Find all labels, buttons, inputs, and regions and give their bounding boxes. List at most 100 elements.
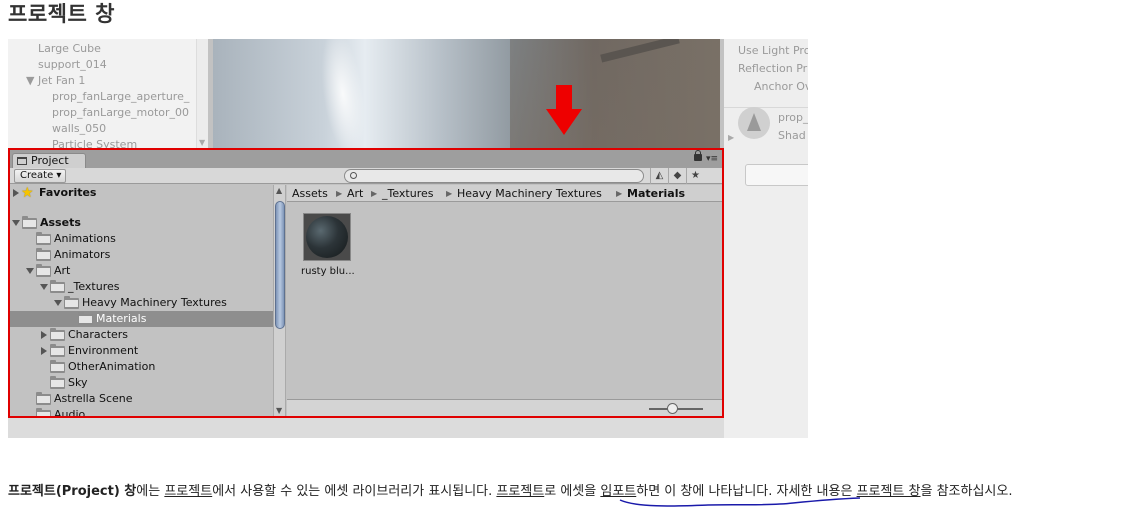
folder-icon (50, 328, 65, 341)
expand-arrow-icon (41, 331, 47, 339)
scroll-up-icon[interactable]: ▲ (276, 186, 282, 195)
tree-item-favorites[interactable]: ★ Favorites (10, 185, 273, 201)
filter-by-label-icon[interactable]: ◆ (668, 168, 686, 184)
caption-bold: 프로젝트(Project) 창 (8, 484, 137, 499)
tree-item-characters[interactable]: Characters (10, 327, 273, 343)
tree-item-environment[interactable]: Environment (10, 343, 273, 359)
tree-item-audio[interactable]: Audio (10, 407, 273, 416)
tree-item-label: Art (54, 264, 71, 277)
folder-icon (50, 280, 65, 293)
breadcrumb: Assets ▶ Art ▶ _Textures ▶ Heavy Machine… (287, 185, 722, 202)
tree-item-label: _Textures (68, 280, 120, 293)
folder-icon (50, 344, 65, 357)
asset-grid: rusty blu... (287, 203, 722, 399)
tree-item-label: Sky (68, 376, 88, 389)
inspector-divider (724, 107, 808, 108)
expand-icon: ▶ (728, 133, 735, 142)
hierarchy-item: walls_050 (52, 122, 107, 135)
inspector-line: prop_ (778, 111, 808, 124)
breadcrumb-item[interactable]: Heavy Machinery Textures (457, 185, 602, 202)
breadcrumb-item[interactable]: _Textures (382, 185, 434, 202)
tree-item-assets[interactable]: Assets (10, 215, 273, 231)
breadcrumb-separator-icon: ▶ (446, 189, 453, 198)
search-icon (350, 172, 357, 179)
caption-text: 로 에셋을 (544, 484, 601, 499)
tree-item-animations[interactable]: Animations (10, 231, 273, 247)
tree-item-label: Heavy Machinery Textures (82, 296, 227, 309)
handwritten-underline (619, 497, 861, 507)
expand-arrow-icon (41, 347, 47, 355)
project-tab-label: Project (31, 154, 69, 167)
caption-link[interactable]: 프로젝트 (496, 484, 544, 499)
tree-item-astrella-scene[interactable]: Astrella Scene (10, 391, 273, 407)
scene-light-streak (314, 39, 372, 148)
tree-item-label: Audio (54, 408, 86, 416)
folder-tree: ★ Favorites Assets Animations Animators … (10, 185, 273, 416)
project-tab-bar: Project ▾≡ (10, 150, 722, 168)
tree-item-label: Materials (96, 312, 147, 325)
inspector-line: Shad (778, 129, 806, 142)
inspector-field[interactable] (745, 164, 808, 186)
tree-item-art[interactable]: Art (10, 263, 273, 279)
folder-icon (64, 296, 79, 309)
folder-icon (36, 248, 51, 261)
collapse-arrow-icon (54, 300, 62, 306)
asset-label: rusty blu... (301, 266, 355, 277)
folder-icon (50, 360, 65, 373)
caption-link[interactable]: 프로젝트 창 (857, 484, 921, 499)
favorite-star-icon[interactable]: ★ (686, 168, 704, 184)
tree-item-label: Assets (40, 216, 81, 229)
lock-icon[interactable] (694, 150, 702, 161)
zoom-slider-handle[interactable] (667, 403, 678, 414)
tree-item-animators[interactable]: Animators (10, 247, 273, 263)
collapse-arrow-icon (40, 284, 48, 290)
caption-link[interactable]: 프로젝트 (164, 484, 212, 499)
breadcrumb-item[interactable]: Assets (292, 185, 328, 202)
menu-icon[interactable]: ▾≡ (706, 155, 718, 164)
folder-icon (36, 392, 51, 405)
hierarchy-item: prop_fanLarge_motor_00 (52, 106, 190, 119)
breadcrumb-separator-icon: ▶ (371, 189, 378, 198)
tree-item-textures[interactable]: _Textures (10, 279, 273, 295)
hierarchy-item: prop_fanLarge_aperture_ (52, 90, 190, 103)
folder-tab-icon (17, 157, 27, 165)
create-button[interactable]: Create ▾ (14, 169, 66, 183)
tree-item-label: Animators (54, 248, 111, 261)
expand-arrow-icon (13, 189, 19, 197)
inspector-panel: Use Light Pro Reflection Pr Anchor Ov ▶ … (724, 39, 808, 438)
scroll-down-icon[interactable]: ▼ (276, 406, 282, 415)
folder-icon (78, 312, 93, 325)
material-thumbnail[interactable] (303, 213, 351, 261)
inspector-line: Reflection Pr (738, 62, 808, 75)
scroll-down-icon: ▼ (199, 138, 206, 147)
material-sphere-icon (306, 216, 348, 258)
tree-item-other-animation[interactable]: OtherAnimation (10, 359, 273, 375)
caption-text: 에서 사용할 수 있는 에셋 라이브러리가 표시됩니다. (212, 484, 497, 499)
tree-item-materials[interactable]: Materials (10, 311, 273, 327)
tree-scrollbar[interactable]: ▲ ▼ (273, 185, 286, 416)
red-arrow-icon (546, 85, 582, 135)
tree-item-label: Astrella Scene (54, 392, 133, 405)
caption-text: 에는 (136, 484, 165, 499)
editor-bottom-strip (8, 418, 724, 438)
tree-item-sky[interactable]: Sky (10, 375, 273, 391)
folder-icon (50, 376, 65, 389)
screenshot-image: Large Cube support_014 ▼ Jet Fan 1 prop_… (8, 39, 808, 438)
tree-item-label: Environment (68, 344, 139, 357)
inspector-line: Anchor Ov (754, 80, 808, 93)
hierarchy-panel: Large Cube support_014 ▼ Jet Fan 1 prop_… (8, 39, 208, 151)
breadcrumb-separator-icon: ▶ (616, 189, 623, 198)
caption-text: 을 참조하십시오. (920, 484, 1013, 499)
project-tab[interactable]: Project (12, 153, 86, 168)
hierarchy-item: support_014 (38, 58, 107, 71)
hierarchy-item: Jet Fan 1 (38, 74, 86, 87)
tree-item-heavy-machinery[interactable]: Heavy Machinery Textures (10, 295, 273, 311)
search-input[interactable] (344, 169, 644, 183)
folder-icon (22, 216, 37, 229)
breadcrumb-item[interactable]: Art (347, 185, 363, 202)
scrollbar-thumb[interactable] (275, 201, 285, 329)
tree-item-label: Animations (54, 232, 116, 245)
filter-by-type-icon[interactable]: ◭ (650, 168, 668, 184)
breadcrumb-separator-icon: ▶ (336, 189, 343, 198)
hierarchy-expand-icon: ▼ (26, 74, 35, 87)
